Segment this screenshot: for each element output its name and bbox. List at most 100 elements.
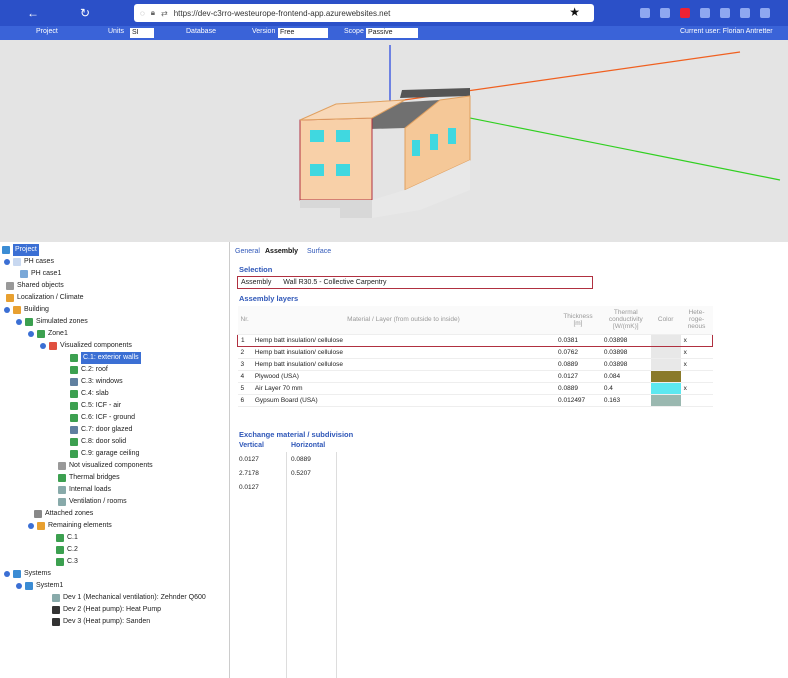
scope-select[interactable]: Passive: [366, 28, 418, 38]
extension-icon[interactable]: [720, 8, 730, 18]
bridge-icon: [58, 474, 66, 482]
layer-row[interactable]: 6 Gypsum Board (USA) 0.012497 0.163: [237, 394, 713, 407]
tree-node-c4[interactable]: C.4: slab: [70, 388, 109, 400]
layer-nr: 6: [237, 394, 252, 407]
project-menu[interactable]: Project: [36, 28, 58, 35]
expand-icon[interactable]: [40, 343, 46, 349]
version-label: Version: [252, 28, 276, 35]
extension-icon[interactable]: [640, 8, 650, 18]
tab-assembly[interactable]: Assembly: [265, 248, 298, 255]
expand-icon[interactable]: [28, 523, 34, 529]
top-roof: [400, 88, 470, 98]
layer-row[interactable]: 1 Hemp batt insulation/ cellulose 0.0381 0.…: [236, 333, 713, 347]
3d-viewport[interactable]: [0, 40, 788, 242]
horizontal-value[interactable]: 0.0889: [291, 456, 311, 463]
back-icon[interactable]: ←: [22, 0, 44, 26]
tab-general[interactable]: General: [235, 248, 260, 255]
details-panel: General Assembly Surface Selection Assem…: [231, 242, 788, 678]
extension-icon[interactable]: [660, 8, 670, 18]
tree-node-ph-cases[interactable]: PH cases: [4, 256, 54, 268]
vertical-value[interactable]: 2.7178: [239, 470, 259, 477]
tree-node-dev2[interactable]: Dev 2 (Heat pump): Heat Pump: [52, 604, 161, 616]
systems-icon: [13, 570, 21, 578]
extension-icon[interactable]: [700, 8, 710, 18]
expand-icon[interactable]: [4, 259, 10, 265]
col-hetero: Hete-roge-neous: [680, 306, 713, 335]
tree-node-zone1[interactable]: Zone1: [28, 328, 68, 340]
layer-color: [650, 333, 681, 347]
tree-node-visualized-components[interactable]: Visualized components: [40, 340, 132, 352]
layer-thickness: 0.0889: [555, 358, 601, 371]
slab-icon: [70, 390, 78, 398]
layer-row[interactable]: 3 Hemp batt insulation/ cellulose 0.0889 0.…: [237, 358, 713, 371]
layer-row[interactable]: 5 Air Layer 70 mm 0.0889 0.4 x: [237, 382, 713, 395]
tree-node-internal-loads[interactable]: Internal loads: [58, 484, 111, 496]
vertical-value[interactable]: 0.0127: [239, 484, 259, 491]
vertical-header: Vertical: [239, 442, 264, 449]
tree-node-simulated-zones[interactable]: Simulated zones: [16, 316, 88, 328]
tree-node-systems[interactable]: Systems: [4, 568, 51, 580]
layer-conductivity: 0.03898: [600, 346, 651, 359]
expand-icon[interactable]: [4, 571, 10, 577]
project-tree: Project PH cases PH case1 Shared objects…: [0, 242, 230, 678]
col-color: Color: [650, 306, 681, 335]
bookmark-star-icon[interactable]: ★: [569, 5, 580, 19]
layer-nr: 4: [237, 370, 252, 383]
tree-node-c5[interactable]: C.5: ICF - air: [70, 400, 121, 412]
assembly-selector[interactable]: Assembly Wall R30.5 - Collective Carpent…: [237, 276, 593, 289]
layer-material: Gypsum Board (USA): [251, 394, 556, 407]
tree-node-remaining[interactable]: Remaining elements: [28, 520, 112, 532]
tree-node-project[interactable]: Project: [2, 244, 39, 256]
tree-node-r2[interactable]: C.2: [56, 544, 78, 556]
tree-node-r3[interactable]: C.3: [56, 556, 78, 568]
tree-node-building[interactable]: Building: [4, 304, 49, 316]
units-select[interactable]: SI: [130, 28, 154, 38]
tree-node-c6[interactable]: C.6: ICF - ground: [70, 412, 135, 424]
expand-icon[interactable]: [28, 331, 34, 337]
menu-icon[interactable]: [760, 8, 770, 18]
assembly-label: Assembly: [241, 279, 272, 286]
building-3d-view[interactable]: [0, 40, 788, 242]
ph-case-icon: [20, 270, 28, 278]
door-icon: [70, 426, 78, 434]
vertical-value[interactable]: 0.0127: [239, 456, 259, 463]
door-icon: [70, 438, 78, 446]
expand-icon[interactable]: [4, 307, 10, 313]
tree-node-dev1[interactable]: Dev 1 (Mechanical ventilation): Zehnder …: [52, 592, 206, 604]
version-select[interactable]: Free: [278, 28, 328, 38]
system-icon: [25, 582, 33, 590]
address-bar[interactable]: ◌ 🔒︎ ⇄ https://dev-c3rro-westeurope-fron…: [134, 4, 594, 22]
extension-icon[interactable]: [680, 8, 690, 18]
tree-node-r1[interactable]: C.1: [56, 532, 78, 544]
layer-row[interactable]: 2 Hemp batt insulation/ cellulose 0.0762 0.…: [237, 346, 713, 359]
tree-node-localization[interactable]: Localization / Climate: [6, 292, 84, 304]
tree-node-system1[interactable]: System1: [16, 580, 63, 592]
tree-node-dev3[interactable]: Dev 3 (Heat pump): Sanden: [52, 616, 150, 628]
layer-thickness: 0.012497: [555, 394, 601, 407]
expand-icon[interactable]: [16, 583, 22, 589]
layer-color: [650, 394, 681, 407]
extension-icon[interactable]: [740, 8, 750, 18]
tree-node-not-visualized[interactable]: Not visualized components: [58, 460, 153, 472]
tree-node-thermal-bridges[interactable]: Thermal bridges: [58, 472, 120, 484]
layer-conductivity: 0.163: [600, 394, 651, 407]
tree-node-c8[interactable]: C.8: door solid: [70, 436, 126, 448]
expand-icon[interactable]: [16, 319, 22, 325]
tree-node-c9[interactable]: C.9: garage ceiling: [70, 448, 139, 460]
tree-node-c3[interactable]: C.3: windows: [70, 376, 123, 388]
tree-node-ph-case1[interactable]: PH case1: [20, 268, 61, 280]
tree-node-c1[interactable]: C.1: exterior walls: [70, 352, 141, 364]
tree-node-shared-objects[interactable]: Shared objects: [6, 280, 64, 292]
tree-node-c2[interactable]: C.2: roof: [70, 364, 108, 376]
layers-table: Nr. Material / Layer (from outside to in…: [236, 306, 713, 407]
tree-node-attached-zones[interactable]: Attached zones: [34, 508, 93, 520]
database-menu[interactable]: Database: [186, 28, 216, 35]
tree-node-ventilation[interactable]: Ventilation / rooms: [58, 496, 127, 508]
tree-node-c7[interactable]: C.7: door glazed: [70, 424, 132, 436]
reload-icon[interactable]: ↻: [74, 0, 96, 26]
horizontal-value[interactable]: 0.5207: [291, 470, 311, 477]
window: [310, 130, 324, 142]
layer-row[interactable]: 4 Plywood (USA) 0.0127 0.084: [237, 370, 713, 383]
tab-surface[interactable]: Surface: [307, 248, 331, 255]
loads-icon: [58, 486, 66, 494]
